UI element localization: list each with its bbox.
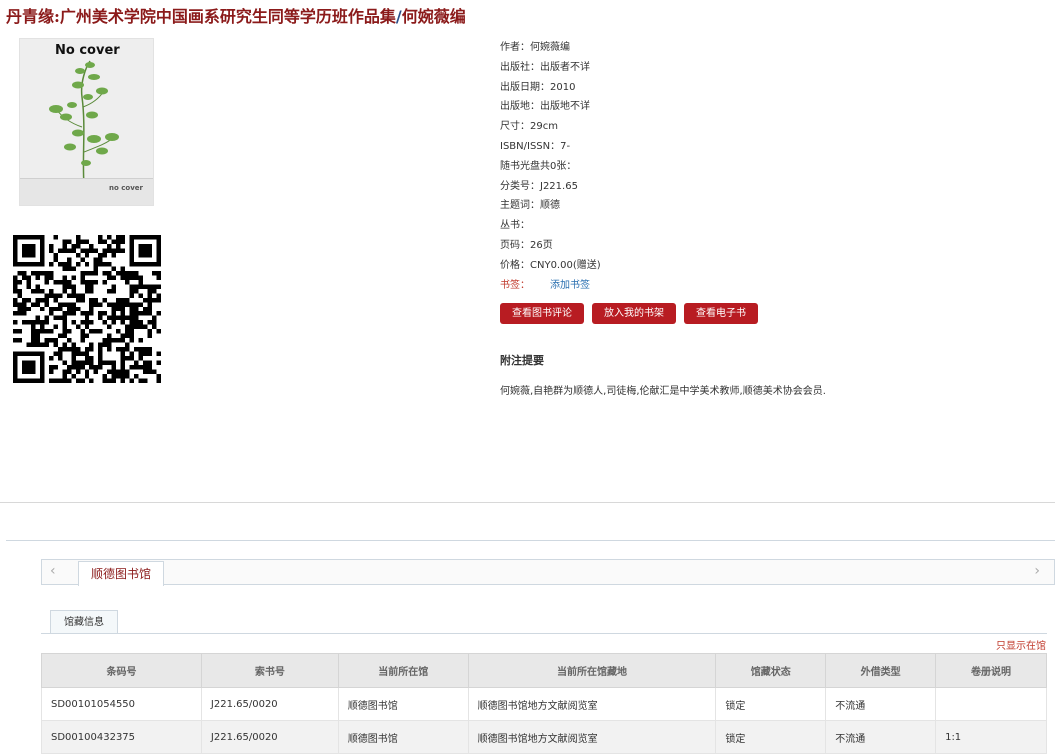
detail-value: 何婉薇编 bbox=[530, 42, 570, 53]
detail-row: 页码：26页 bbox=[500, 236, 1040, 256]
action-buttons: 查看图书评论 放入我的书架 查看电子书 bbox=[500, 303, 758, 324]
library-tab-bar: ‹ › bbox=[41, 559, 1055, 585]
detail-value: 出版者不详 bbox=[540, 61, 590, 73]
detail-label: 页码： bbox=[500, 239, 530, 251]
column-header[interactable]: 馆藏状态 bbox=[715, 653, 827, 688]
detail-label: 出版社： bbox=[500, 61, 540, 73]
table-row: SD00101054550 J221.65/0020 顺德图书馆 顺德图书馆地方文献阅… bbox=[41, 687, 1047, 721]
detail-label: 丛书： bbox=[500, 220, 530, 232]
chevron-left-icon[interactable]: ‹ bbox=[50, 563, 56, 579]
column-header[interactable]: 卷册说明 bbox=[935, 653, 1047, 688]
table-cell bbox=[935, 687, 1047, 721]
table-cell: SD00100432375 bbox=[41, 720, 202, 754]
table-cell: 顺德图书馆 bbox=[337, 720, 469, 754]
detail-value: CNY0.00(赠送) bbox=[530, 259, 601, 271]
table-cell: 不流通 bbox=[825, 720, 937, 754]
bookmark-label: 书签： bbox=[500, 279, 530, 291]
table-cell: 顺德图书馆地方文献阅览室 bbox=[467, 720, 717, 754]
table-cell: SD00101054550 bbox=[41, 687, 202, 721]
add-bookmark-link[interactable]: 添加书签 bbox=[550, 280, 590, 291]
detail-value: 26页 bbox=[530, 239, 553, 251]
column-header[interactable]: 当前所在馆藏地 bbox=[467, 653, 717, 688]
table-cell: 不流通 bbox=[825, 687, 937, 721]
detail-label: ISBN/ISSN： bbox=[500, 140, 561, 152]
detail-label: 主题词： bbox=[500, 200, 540, 212]
page-title: 丹青缘:广州美术学院中国画系研究生同等学历班作品集/何婉薇编 bbox=[6, 3, 466, 27]
book-title: 丹青缘:广州美术学院中国画系研究生同等学历班作品集 bbox=[6, 7, 396, 26]
table-header-row: 条码号 索书号 当前所在馆 当前所在馆藏地 馆藏状态 外借类型 卷册说明 bbox=[41, 653, 1047, 688]
abstract-text: 何婉薇,自艳群为顺德人,司徒梅,伦献汇是中学美术教师,顺德美术协会会员. bbox=[500, 386, 826, 397]
detail-value: 2010 bbox=[550, 81, 576, 93]
table-cell: 顺德图书馆地方文献阅览室 bbox=[467, 687, 717, 721]
detail-row: 出版地：出版地不详 bbox=[500, 97, 1040, 117]
detail-row: 随书光盘共0张： bbox=[500, 157, 1040, 177]
detail-value: J221.65 bbox=[540, 180, 578, 192]
view-ebook-button[interactable]: 查看电子书 bbox=[684, 303, 758, 324]
add-to-shelf-button[interactable]: 放入我的书架 bbox=[592, 303, 676, 324]
table-cell: J221.65/0020 bbox=[200, 720, 339, 754]
section-divider bbox=[6, 540, 1055, 541]
detail-label: 出版日期： bbox=[500, 81, 550, 93]
tab-shunde-library[interactable]: 顺德图书馆 bbox=[78, 561, 165, 586]
detail-label: 尺寸： bbox=[500, 121, 530, 133]
tab-underline bbox=[41, 633, 1047, 634]
column-header[interactable]: 外借类型 bbox=[825, 653, 937, 688]
detail-row: 出版日期：2010 bbox=[500, 78, 1040, 98]
cover-small-text: no cover bbox=[109, 184, 143, 192]
detail-row: 主题词：顺德 bbox=[500, 196, 1040, 216]
table-cell: 顺德图书馆 bbox=[337, 687, 469, 721]
detail-row: 分类号：J221.65 bbox=[500, 177, 1040, 197]
detail-row: 价格：CNY0.00(赠送) bbox=[500, 256, 1040, 276]
detail-row: 作者：何婉薇编 bbox=[500, 38, 1040, 58]
table-cell: 1:1 bbox=[935, 720, 1047, 754]
detail-value: 出版地不详 bbox=[540, 101, 590, 113]
section-divider bbox=[0, 502, 1055, 503]
table-cell: 锁定 bbox=[715, 687, 827, 721]
detail-label: 分类号： bbox=[500, 180, 540, 192]
show-available-only-link[interactable]: 只显示在馆 bbox=[996, 637, 1046, 652]
bookmark-row: 书签： 添加书签 bbox=[500, 276, 1040, 296]
book-details: 作者：何婉薇编 出版社：出版者不详 出版日期：2010 出版地：出版地不详 尺寸：29c… bbox=[500, 38, 1040, 295]
table-row: SD00100432375 J221.65/0020 顺德图书馆 顺德图书馆地方文献阅… bbox=[41, 720, 1047, 754]
book-author: 何婉薇编 bbox=[401, 7, 466, 26]
holdings-table: 条码号 索书号 当前所在馆 当前所在馆藏地 馆藏状态 外借类型 卷册说明 SD0010105… bbox=[41, 653, 1047, 754]
detail-label: 随书光盘共0张： bbox=[500, 160, 577, 172]
detail-row: 丛书： bbox=[500, 216, 1040, 236]
qr-code-icon bbox=[13, 235, 161, 383]
abstract-title: 附注提要 bbox=[500, 354, 544, 367]
detail-row: 出版社：出版者不详 bbox=[500, 58, 1040, 78]
column-header[interactable]: 索书号 bbox=[200, 653, 339, 688]
detail-label: 价格： bbox=[500, 259, 530, 271]
detail-row: ISBN/ISSN：7- bbox=[500, 137, 1040, 157]
detail-row: 尺寸：29cm bbox=[500, 117, 1040, 137]
chevron-right-icon[interactable]: › bbox=[1034, 563, 1040, 579]
detail-value: 顺德 bbox=[540, 200, 560, 212]
table-cell: J221.65/0020 bbox=[200, 687, 339, 721]
detail-label: 作者： bbox=[500, 42, 530, 53]
view-reviews-button[interactable]: 查看图书评论 bbox=[500, 303, 584, 324]
detail-value: 7- bbox=[560, 140, 571, 152]
column-header[interactable]: 当前所在馆 bbox=[337, 653, 469, 688]
book-cover: No cover no cover bbox=[19, 38, 154, 206]
tab-holdings-info[interactable]: 馆藏信息 bbox=[50, 610, 118, 634]
detail-label: 出版地： bbox=[500, 101, 540, 113]
table-cell: 锁定 bbox=[715, 720, 827, 754]
column-header[interactable]: 条码号 bbox=[41, 653, 202, 688]
plant-illustration-icon bbox=[49, 60, 119, 186]
detail-value: 29cm bbox=[530, 121, 558, 133]
cover-title: No cover bbox=[55, 43, 120, 58]
